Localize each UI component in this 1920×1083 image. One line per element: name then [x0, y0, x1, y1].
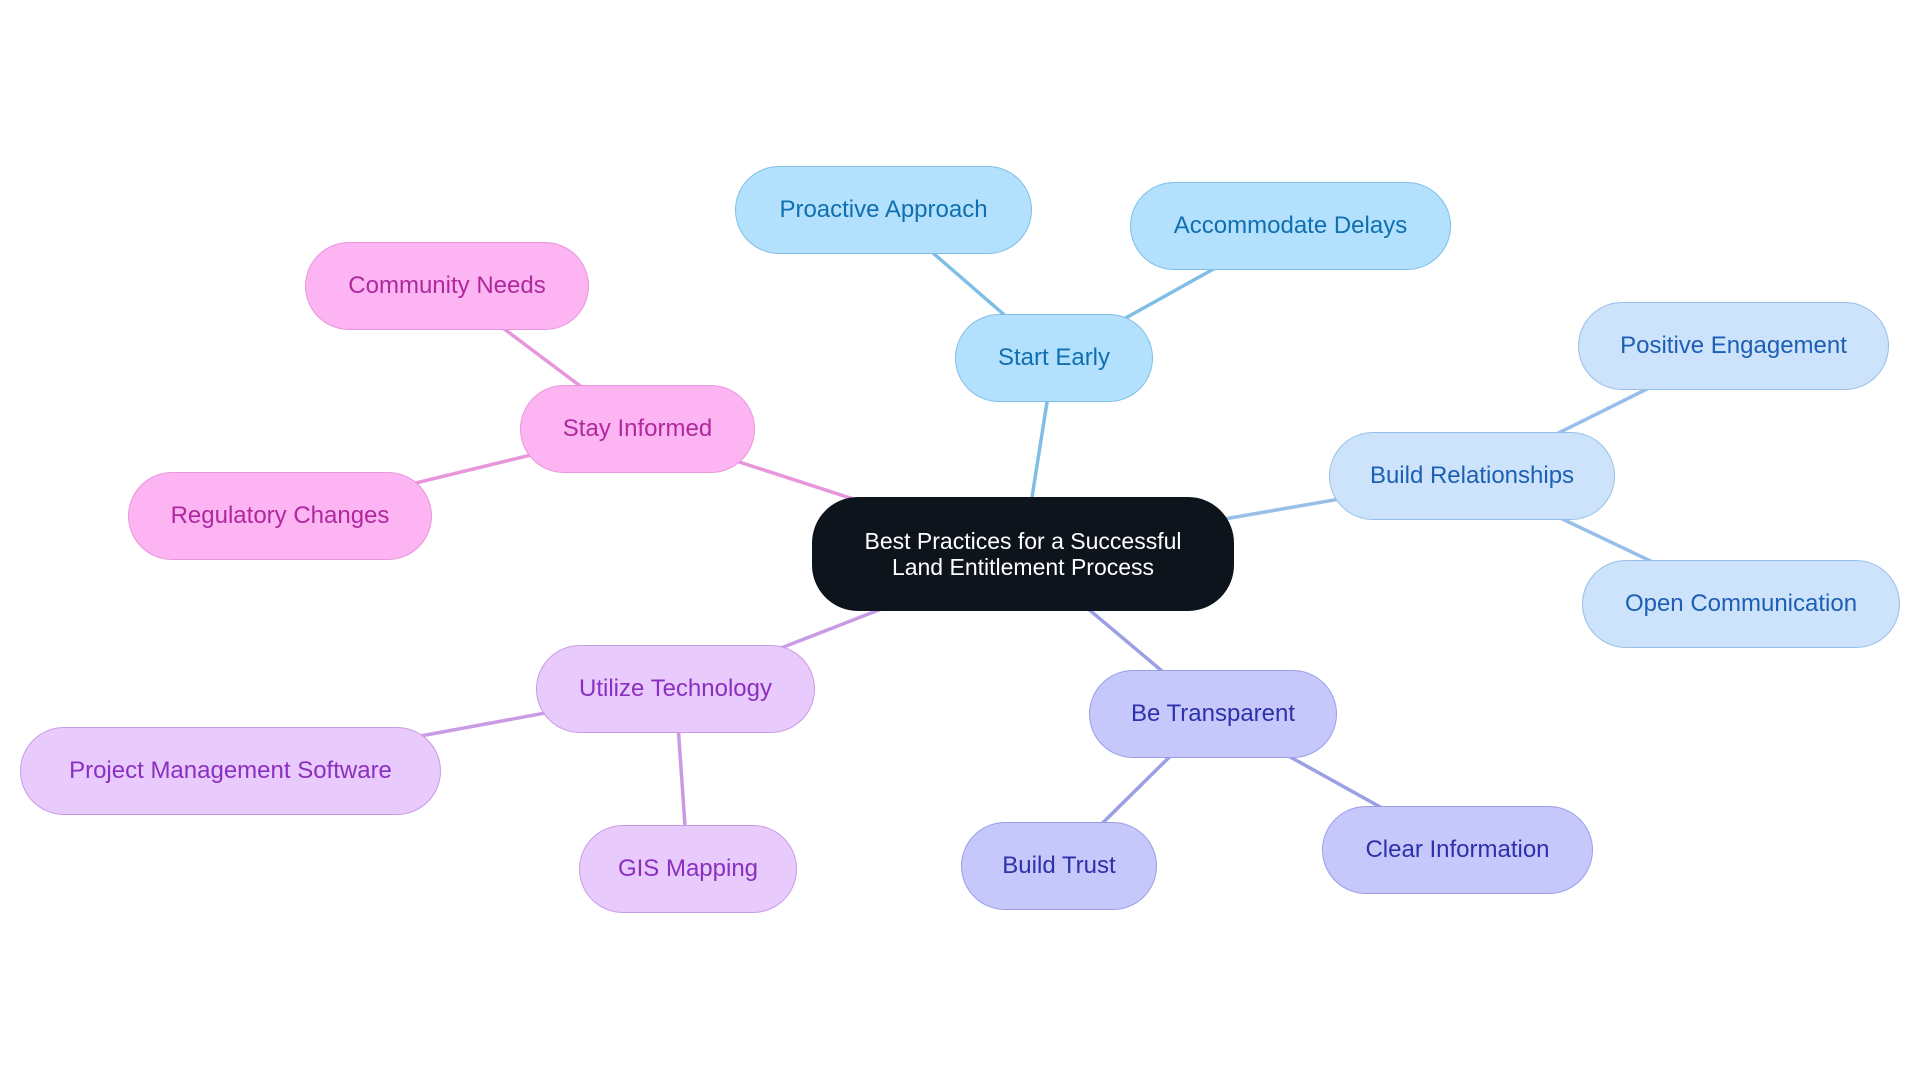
node-label: GIS Mapping — [617, 855, 759, 883]
node-label: Proactive Approach — [779, 196, 988, 224]
node-build-relationships[interactable]: Build Relationships — [1329, 432, 1615, 520]
node-label: Be Transparent — [1130, 700, 1296, 728]
node-label: Positive Engagement — [1620, 332, 1847, 360]
node-regulatory-changes[interactable]: Regulatory Changes — [128, 472, 432, 560]
node-label: Stay Informed — [562, 415, 713, 443]
root-node[interactable]: Best Practices for a Successful Land Enti… — [812, 497, 1234, 611]
node-utilize-technology[interactable]: Utilize Technology — [536, 645, 815, 733]
root-node-label-line: Best Practices for a Successful — [864, 528, 1182, 554]
node-start-early[interactable]: Start Early — [955, 314, 1153, 402]
node-label: Build Trust — [1002, 852, 1116, 880]
node-stay-informed[interactable]: Stay Informed — [520, 385, 755, 473]
node-label: Utilize Technology — [579, 675, 772, 703]
node-community-needs[interactable]: Community Needs — [305, 242, 589, 330]
node-proactive-approach[interactable]: Proactive Approach — [735, 166, 1032, 254]
node-gis-mapping[interactable]: GIS Mapping — [579, 825, 797, 913]
node-label: Clear Information — [1365, 836, 1550, 864]
node-label: Open Communication — [1624, 590, 1858, 618]
node-label: Project Management Software — [69, 757, 392, 785]
node-open-communication[interactable]: Open Communication — [1582, 560, 1900, 648]
node-project-management-software[interactable]: Project Management Software — [20, 727, 441, 815]
node-be-transparent[interactable]: Be Transparent — [1089, 670, 1337, 758]
root-node-label-line: Land Entitlement Process — [891, 554, 1155, 580]
node-label: Regulatory Changes — [170, 502, 390, 530]
node-build-trust[interactable]: Build Trust — [961, 822, 1157, 910]
node-label: Build Relationships — [1369, 462, 1575, 490]
node-label: Accommodate Delays — [1173, 212, 1408, 240]
root-node-label: Best Practices for a Successful Land Enti… — [864, 528, 1181, 580]
node-label: Community Needs — [348, 272, 546, 300]
node-positive-engagement[interactable]: Positive Engagement — [1578, 302, 1889, 390]
node-accommodate-delays[interactable]: Accommodate Delays — [1130, 182, 1451, 270]
node-label: Start Early — [997, 344, 1111, 372]
node-clear-information[interactable]: Clear Information — [1322, 806, 1593, 894]
